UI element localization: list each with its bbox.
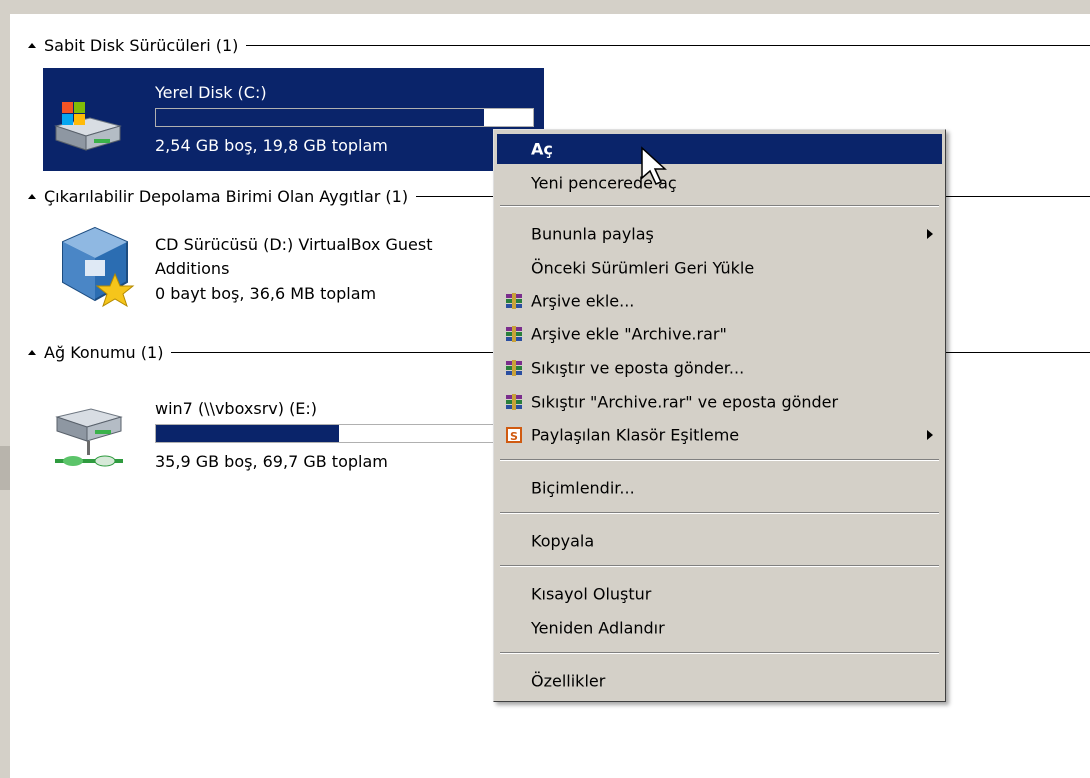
menu-separator	[500, 459, 939, 461]
mouse-cursor-icon	[641, 146, 667, 185]
drive-name-line1: CD Sürücüsü (D:) VirtualBox Guest	[155, 235, 433, 254]
collapse-caret-icon[interactable]	[28, 349, 36, 355]
svg-text:S: S	[510, 430, 518, 443]
menu-separator	[500, 205, 939, 207]
submenu-arrow-icon	[927, 430, 933, 440]
virtualbox-cd-icon	[62, 226, 135, 308]
drive-usage-bar	[155, 108, 534, 127]
hard-drive-icon	[54, 102, 122, 151]
menu-separator	[500, 652, 939, 654]
network-drive-icon	[55, 408, 123, 467]
drive-info: 0 bayt boş, 36,6 MB toplam	[155, 284, 377, 303]
drive-item-e[interactable]: win7 (\\vboxsrv) (E:) 35,9 GB boş, 69,7 …	[43, 379, 534, 479]
drive-usage-fill	[156, 109, 484, 126]
menu-item-format[interactable]: Biçimlendir...	[497, 473, 942, 503]
group-header-hard-disks[interactable]: Sabit Disk Sürücüleri (1)	[28, 33, 1090, 57]
group-title: Ağ Konumu (1)	[44, 342, 164, 362]
sync-folder-icon: S	[506, 427, 522, 443]
menu-item-rename[interactable]: Yeniden Adlandır	[497, 613, 942, 643]
collapse-caret-icon[interactable]	[28, 42, 36, 48]
winrar-icon	[506, 394, 522, 410]
winrar-icon	[506, 326, 522, 342]
window-left-edge	[0, 14, 10, 778]
winrar-icon	[506, 360, 522, 376]
group-title: Çıkarılabilir Depolama Birimi Olan Aygıt…	[44, 186, 409, 206]
group-divider	[246, 44, 1090, 46]
drive-info: 35,9 GB boş, 69,7 GB toplam	[155, 452, 388, 471]
menu-item-restore-versions[interactable]: Önceki Sürümleri Geri Yükle	[497, 253, 942, 283]
group-title: Sabit Disk Sürücüleri (1)	[44, 35, 239, 55]
menu-item-add-archive[interactable]: Arşive ekle...	[497, 286, 942, 316]
drive-item-d[interactable]: CD Sürücüsü (D:) VirtualBox Guest Additi…	[43, 219, 503, 319]
drive-name: win7 (\\vboxsrv) (E:)	[155, 399, 318, 418]
collapse-caret-icon[interactable]	[28, 193, 36, 199]
menu-item-open-new-window[interactable]: Yeni pencerede aç	[497, 168, 942, 198]
window-top-edge	[0, 0, 1090, 14]
menu-item-open[interactable]: Aç	[497, 134, 942, 164]
menu-item-compress-rar-email[interactable]: Sıkıştır "Archive.rar" ve eposta gönder	[497, 387, 942, 417]
winrar-icon	[506, 293, 522, 309]
menu-item-copy[interactable]: Kopyala	[497, 526, 942, 556]
drive-info: 2,54 GB boş, 19,8 GB toplam	[155, 136, 388, 155]
drive-usage-bar	[155, 424, 534, 443]
context-menu: Aç Yeni pencerede aç Bununla paylaş Önce…	[493, 129, 946, 702]
splitter-handle[interactable]	[0, 446, 10, 490]
submenu-arrow-icon	[927, 229, 933, 239]
menu-separator	[500, 512, 939, 514]
menu-item-compress-email[interactable]: Sıkıştır ve eposta gönder...	[497, 353, 942, 383]
drive-usage-fill	[156, 425, 339, 442]
menu-item-sync-shared-folder[interactable]: S Paylaşılan Klasör Eşitleme	[497, 420, 942, 450]
drive-item-c[interactable]: Yerel Disk (C:) 2,54 GB boş, 19,8 GB top…	[43, 68, 544, 171]
menu-item-share-with[interactable]: Bununla paylaş	[497, 219, 942, 249]
drive-name-line2: Additions	[155, 259, 230, 278]
drive-name: Yerel Disk (C:)	[155, 83, 267, 102]
menu-separator	[500, 565, 939, 567]
menu-item-create-shortcut[interactable]: Kısayol Oluştur	[497, 579, 942, 609]
menu-item-add-archive-rar[interactable]: Arşive ekle "Archive.rar"	[497, 319, 942, 349]
menu-item-properties[interactable]: Özellikler	[497, 666, 942, 696]
